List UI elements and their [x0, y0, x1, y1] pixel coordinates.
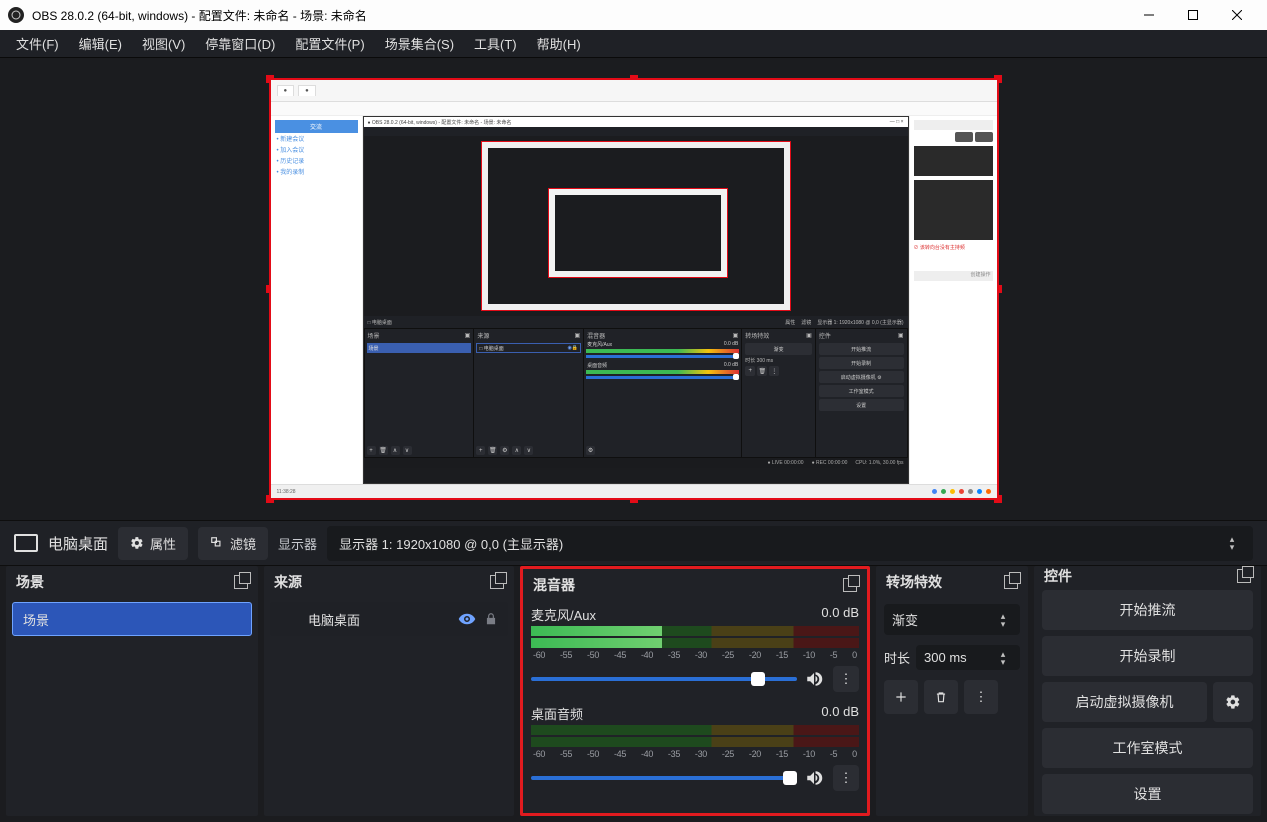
- spinner-icon: ▴▾: [994, 613, 1012, 627]
- display-selector-label: 显示器: [278, 534, 317, 553]
- scenes-dock: 场景 场景: [6, 566, 258, 816]
- mixer-channel-db: 0.0 dB: [821, 704, 859, 723]
- start-streaming-button[interactable]: 开始推流: [1042, 590, 1253, 630]
- undock-icon[interactable]: [234, 575, 248, 589]
- scenes-dock-title: 场景: [16, 572, 44, 592]
- window-minimize-button[interactable]: [1127, 0, 1171, 30]
- menu-profile[interactable]: 配置文件(P): [287, 30, 372, 57]
- menu-edit[interactable]: 编辑(E): [71, 30, 130, 57]
- duration-input[interactable]: 300 ms ▴▾: [916, 645, 1020, 670]
- scene-item-label: 场景: [23, 610, 49, 629]
- titlebar: OBS 28.0.2 (64-bit, windows) - 配置文件: 未命名…: [0, 0, 1267, 30]
- virtual-cam-settings-button[interactable]: [1213, 682, 1253, 722]
- preview-captured-content: ●● 交流 • 新建会议 • 加入会议 • 历史记录 • 我的录制 ● OBS …: [271, 80, 997, 498]
- lock-toggle-icon[interactable]: [484, 612, 498, 626]
- preview-source-bounds[interactable]: ●● 交流 • 新建会议 • 加入会议 • 历史记录 • 我的录制 ● OBS …: [269, 78, 999, 500]
- sources-dock: 来源 电脑桌面: [264, 566, 514, 816]
- volume-slider[interactable]: [531, 677, 797, 681]
- vu-meter: [531, 725, 859, 735]
- start-recording-button[interactable]: 开始录制: [1042, 636, 1253, 676]
- transition-selected-value: 渐变: [892, 610, 918, 629]
- gear-icon: [130, 536, 144, 550]
- menu-help[interactable]: 帮助(H): [529, 30, 589, 57]
- properties-label: 属性: [150, 534, 176, 553]
- filters-icon: [210, 536, 224, 550]
- spinner-icon: ▴▾: [1223, 536, 1241, 550]
- sources-dock-title: 来源: [274, 572, 302, 592]
- window-title: OBS 28.0.2 (64-bit, windows) - 配置文件: 未命名…: [32, 7, 1127, 24]
- docks-container: 场景 场景 来源 电脑桌面: [0, 566, 1267, 822]
- duration-value: 300 ms: [924, 650, 967, 665]
- menu-view[interactable]: 视图(V): [134, 30, 193, 57]
- transition-properties-button[interactable]: ⋮: [964, 680, 998, 714]
- preview-area[interactable]: ●● 交流 • 新建会议 • 加入会议 • 历史记录 • 我的录制 ● OBS …: [0, 58, 1267, 520]
- source-item[interactable]: 电脑桌面: [270, 602, 508, 636]
- transition-selector[interactable]: 渐变 ▴▾: [884, 604, 1020, 635]
- vu-tick-labels: -60-55-50-45-40-35-30-25-20-15-10-50: [531, 650, 859, 660]
- source-item-label: 电脑桌面: [308, 610, 450, 629]
- settings-button[interactable]: 设置: [1042, 774, 1253, 814]
- add-transition-button[interactable]: [884, 680, 918, 714]
- mixer-channel: 麦克风/Aux 0.0 dB -60-55-50-45-40-35-30-25-…: [523, 601, 867, 700]
- visibility-toggle-icon[interactable]: [458, 610, 476, 628]
- speaker-icon[interactable]: [805, 670, 825, 688]
- menubar: 文件(F) 编辑(E) 视图(V) 停靠窗口(D) 配置文件(P) 场景集合(S…: [0, 30, 1267, 58]
- vu-meter: [531, 626, 859, 636]
- remove-transition-button[interactable]: [924, 680, 958, 714]
- mixer-channel-name: 桌面音频: [531, 704, 583, 723]
- vu-meter: [531, 638, 859, 648]
- channel-menu-button[interactable]: ⋮: [833, 765, 859, 791]
- studio-mode-button[interactable]: 工作室模式: [1042, 728, 1253, 768]
- display-capture-icon: [14, 534, 38, 552]
- window-close-button[interactable]: [1215, 0, 1259, 30]
- display-selector[interactable]: 显示器 1: 1920x1080 @ 0,0 (主显示器) ▴▾: [327, 526, 1253, 561]
- mixer-channel-db: 0.0 dB: [821, 605, 859, 624]
- properties-button[interactable]: 属性: [118, 527, 188, 560]
- undock-icon[interactable]: [843, 578, 857, 592]
- display-selector-value: 显示器 1: 1920x1080 @ 0,0 (主显示器): [339, 534, 563, 553]
- channel-menu-button[interactable]: ⋮: [833, 666, 859, 692]
- filters-button[interactable]: 滤镜: [198, 527, 268, 560]
- window-maximize-button[interactable]: [1171, 0, 1215, 30]
- transitions-dock-title: 转场特效: [886, 572, 942, 592]
- menu-scene-collection[interactable]: 场景集合(S): [377, 30, 462, 57]
- menu-file[interactable]: 文件(F): [8, 30, 67, 57]
- vu-tick-labels: -60-55-50-45-40-35-30-25-20-15-10-50: [531, 749, 859, 759]
- undock-icon[interactable]: [1004, 575, 1018, 589]
- scene-item[interactable]: 场景: [12, 602, 252, 636]
- mixer-channel: 桌面音频 0.0 dB -60-55-50-45-40-35-30-25-20-…: [523, 700, 867, 799]
- gear-icon: [1225, 694, 1241, 710]
- start-virtual-cam-button[interactable]: 启动虚拟摄像机: [1042, 682, 1207, 722]
- mixer-dock-title: 混音器: [533, 575, 575, 595]
- speaker-icon[interactable]: [805, 769, 825, 787]
- undock-icon[interactable]: [1237, 569, 1251, 583]
- filters-label: 滤镜: [230, 534, 256, 553]
- undock-icon[interactable]: [490, 575, 504, 589]
- transitions-dock: 转场特效 渐变 ▴▾ 时长 300 ms ▴▾ ⋮: [876, 566, 1028, 816]
- source-properties-toolbar: 电脑桌面 属性 滤镜 显示器 显示器 1: 1920x1080 @ 0,0 (主…: [0, 520, 1267, 566]
- vu-meter: [531, 737, 859, 747]
- display-capture-icon: [282, 612, 300, 626]
- menu-dock[interactable]: 停靠窗口(D): [197, 30, 283, 57]
- selected-source-name: 电脑桌面: [48, 533, 108, 554]
- controls-dock-title: 控件: [1044, 566, 1072, 586]
- duration-label: 时长: [884, 648, 910, 667]
- obs-app-icon: [8, 7, 24, 23]
- controls-dock: 控件 开始推流 开始录制 启动虚拟摄像机 工作室模式 设置: [1034, 566, 1261, 816]
- spinner-icon: ▴▾: [994, 651, 1012, 665]
- mixer-channel-name: 麦克风/Aux: [531, 605, 596, 624]
- volume-slider[interactable]: [531, 776, 797, 780]
- menu-tools[interactable]: 工具(T): [466, 30, 525, 57]
- audio-mixer-dock: 混音器 麦克风/Aux 0.0 dB -60-55-50-45-40-35-30…: [520, 566, 870, 816]
